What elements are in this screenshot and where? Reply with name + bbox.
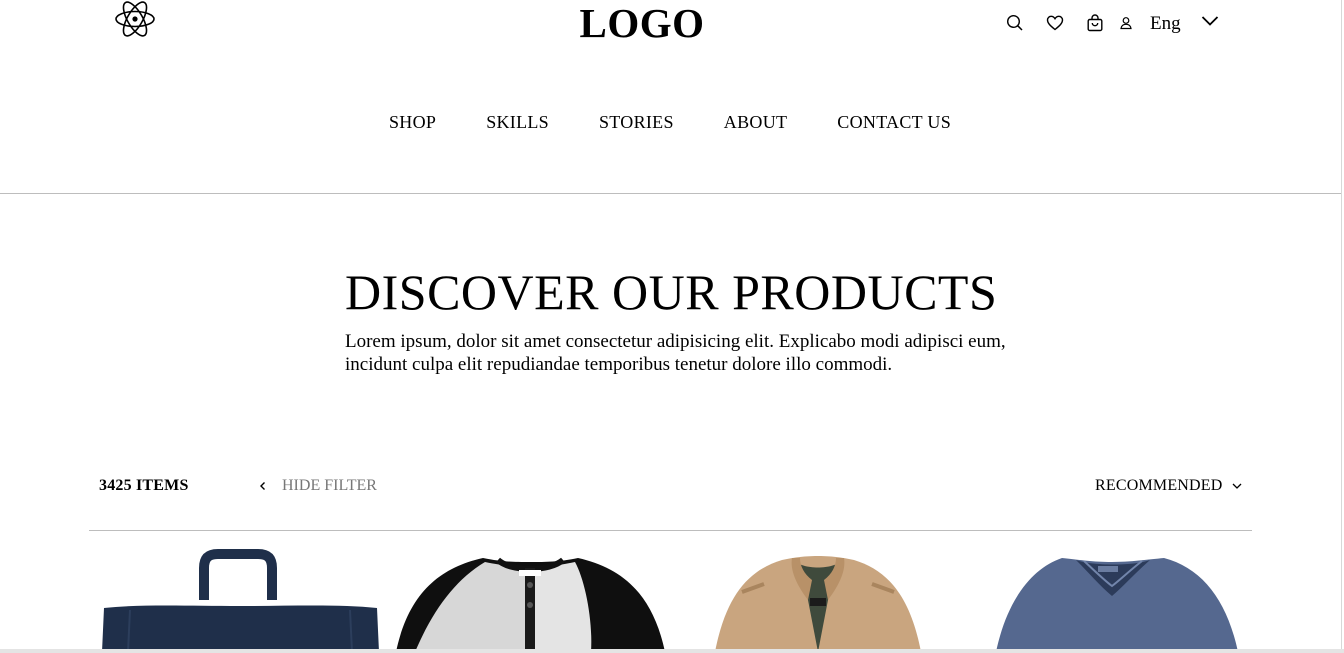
page-title: DISCOVER OUR PRODUCTS — [345, 264, 998, 320]
header-actions: Eng — [1000, 10, 1219, 36]
hide-filter-label: HIDE FILTER — [282, 477, 377, 494]
main-nav: SHOP SKILLS STORIES ABOUT CONTACT US — [0, 112, 1344, 133]
search-icon[interactable] — [1000, 14, 1030, 32]
page-edge — [1341, 0, 1342, 653]
sort-dropdown[interactable]: RECOMMENDED — [1095, 477, 1243, 495]
chevron-down-icon[interactable] — [1201, 14, 1219, 32]
nav-shop[interactable]: SHOP — [389, 112, 436, 133]
header-divider — [0, 193, 1342, 194]
chevron-down-icon — [1232, 483, 1242, 489]
user-icon[interactable] — [1116, 16, 1136, 30]
nav-stories[interactable]: STORIES — [599, 112, 674, 133]
nav-contact-us[interactable]: CONTACT US — [837, 112, 951, 133]
language-selector[interactable]: Eng — [1150, 13, 1181, 35]
hero-description: Lorem ipsum, dolor sit amet consectetur … — [345, 331, 1006, 375]
product-image-beige-jacket[interactable] — [712, 540, 924, 652]
nav-about[interactable]: ABOUT — [724, 112, 788, 133]
sort-label: RECOMMENDED — [1095, 477, 1223, 494]
toolbar-divider — [89, 530, 1252, 531]
viewport-bottom-edge — [0, 649, 1344, 653]
item-count: 3425 ITEMS — [99, 477, 189, 494]
product-image-raglan-tee[interactable] — [393, 540, 668, 652]
nav-skills[interactable]: SKILLS — [486, 112, 549, 133]
hide-filter-button[interactable]: HIDE FILTER — [258, 477, 377, 495]
product-image-tote-bag[interactable] — [100, 540, 380, 652]
chevron-left-icon — [260, 482, 265, 490]
heart-icon[interactable] — [1040, 15, 1070, 31]
product-image-blue-tee[interactable] — [992, 540, 1242, 652]
shopping-bag-icon[interactable] — [1080, 14, 1110, 32]
